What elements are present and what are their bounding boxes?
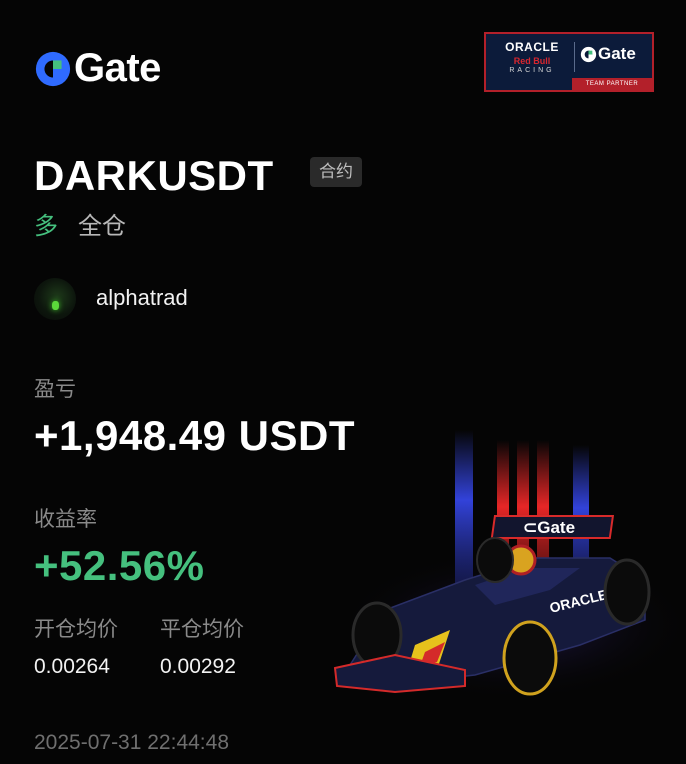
partner-racing-text: RACING (509, 67, 555, 74)
partner-redbull-text: Red Bull (513, 56, 551, 66)
partner-badge: ORACLE Red Bull RACING Gate TEAM PARTNER (484, 32, 654, 92)
avatar (34, 278, 76, 320)
avatar-glow-icon (52, 301, 59, 310)
open-price-label: 开仓均价 (34, 618, 118, 641)
roi-label: 收益率 (34, 508, 97, 531)
open-price-value: 0.00264 (34, 655, 110, 678)
trading-pair-symbol: DARKUSDT (34, 152, 274, 199)
margin-mode: 全仓 (78, 213, 126, 240)
oracle-redbull-logo: ORACLE Red Bull RACING (494, 40, 570, 74)
redbull-car-image: ⊂Gate ORACLE (333, 430, 686, 700)
timestamp: 2025-07-31 22:44:48 (34, 731, 229, 754)
svg-text:⊂Gate: ⊂Gate (523, 518, 575, 537)
gate-logo: Gate (34, 46, 161, 91)
gate-logo-text: Gate (74, 46, 161, 90)
gate-logo-icon (35, 51, 71, 86)
partner-oracle-text: ORACLE (505, 40, 559, 54)
close-price-label: 平仓均价 (160, 618, 244, 641)
partner-gate-text: Gate (598, 44, 636, 63)
pnl-label: 盈亏 (34, 378, 76, 401)
close-price-value: 0.00292 (160, 655, 236, 678)
contract-type-tag: 合约 (310, 157, 362, 187)
partner-divider (574, 42, 575, 72)
partner-gate-icon (580, 46, 597, 62)
pnl-value: +1,948.49 USDT (34, 412, 356, 459)
username: alphatrad (96, 285, 188, 310)
partner-gate-logo: Gate (580, 44, 636, 64)
roi-value: +52.56% (34, 542, 205, 589)
position-side: 多 (34, 213, 58, 240)
team-partner-strip: TEAM PARTNER (572, 78, 652, 90)
